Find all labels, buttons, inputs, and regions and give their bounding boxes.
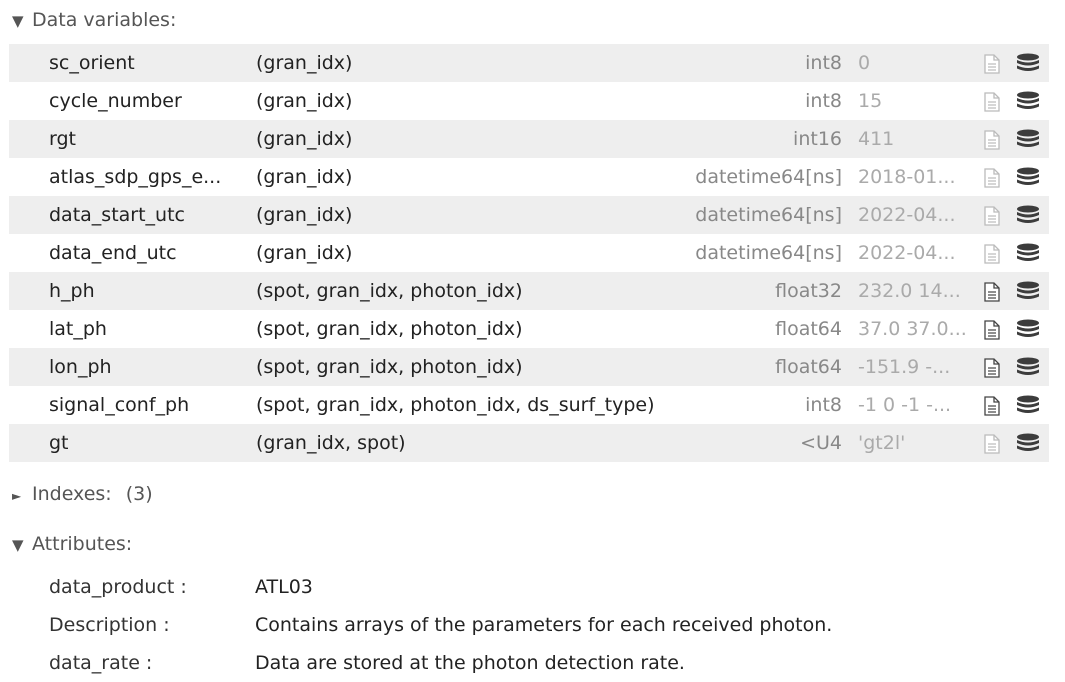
variable-dims: (spot, gran_idx, photon_idx) bbox=[256, 318, 523, 340]
variable-row: h_ph (spot, gran_idx, photon_idx) float32 2… bbox=[9, 272, 1049, 310]
variable-name: sc_orient bbox=[49, 52, 135, 74]
attribute-row: data_rate : Data are stored at the photon… bbox=[49, 644, 1029, 682]
variable-preview: 'gt2l' bbox=[858, 432, 906, 454]
database-icon[interactable] bbox=[1015, 205, 1041, 227]
expanded-triangle-icon: ▼ bbox=[12, 536, 24, 554]
variable-preview: 0 bbox=[858, 52, 871, 74]
database-icon[interactable] bbox=[1015, 167, 1041, 189]
attributes-list: data_product : ATL03 Description : Contains… bbox=[49, 568, 1029, 682]
variable-name: cycle_number bbox=[49, 90, 182, 112]
variable-dtype: <U4 bbox=[800, 432, 842, 454]
variable-name: rgt bbox=[49, 128, 76, 150]
variable-row: gt (gran_idx, spot) <U4 'gt2l' bbox=[9, 424, 1049, 462]
variable-dtype: float32 bbox=[775, 280, 842, 302]
variable-dims: (gran_idx) bbox=[256, 204, 353, 226]
variable-name: lat_ph bbox=[49, 318, 107, 340]
variable-preview: 2018-01... bbox=[858, 166, 956, 188]
variable-dtype: float64 bbox=[775, 318, 842, 340]
variable-name: h_ph bbox=[49, 280, 95, 302]
variable-name: gt bbox=[49, 432, 69, 454]
variable-preview: 37.0 37.0... bbox=[858, 318, 967, 340]
variable-dtype: datetime64[ns] bbox=[695, 242, 842, 264]
collapsed-triangle-icon: ► bbox=[12, 489, 22, 503]
variable-dims: (spot, gran_idx, photon_idx) bbox=[256, 280, 523, 302]
variable-preview: 2022-04... bbox=[858, 242, 956, 264]
attribute-key: Description : bbox=[49, 614, 170, 636]
variable-dims: (gran_idx) bbox=[256, 52, 353, 74]
variable-row: data_end_utc (gran_idx) datetime64[ns] 2022… bbox=[9, 234, 1049, 272]
attribute-value: Data are stored at the photon detection … bbox=[255, 652, 685, 674]
variable-row: lat_ph (spot, gran_idx, photon_idx) float6… bbox=[9, 310, 1049, 348]
variable-dtype: int8 bbox=[805, 394, 842, 416]
variable-dims: (gran_idx) bbox=[256, 166, 353, 188]
file-text-icon[interactable] bbox=[983, 92, 1001, 112]
variable-name: data_start_utc bbox=[49, 204, 185, 226]
variable-row: sc_orient (gran_idx) int8 0 bbox=[9, 44, 1049, 82]
attribute-row: data_product : ATL03 bbox=[49, 568, 1029, 606]
variable-name: atlas_sdp_gps_e... bbox=[49, 166, 222, 188]
file-text-icon[interactable] bbox=[983, 358, 1001, 378]
variable-name: data_end_utc bbox=[49, 242, 177, 264]
variable-dims: (gran_idx) bbox=[256, 128, 353, 150]
attribute-key: data_rate : bbox=[49, 652, 153, 674]
variable-dims: (spot, gran_idx, photon_idx) bbox=[256, 356, 523, 378]
indexes-count: (3) bbox=[125, 483, 153, 505]
expanded-triangle-icon: ▼ bbox=[12, 12, 24, 30]
database-icon[interactable] bbox=[1015, 129, 1041, 151]
variable-dims: (spot, gran_idx, photon_idx, ds_surf_typ… bbox=[256, 394, 655, 416]
data-variables-header[interactable]: ▼ Data variables: bbox=[12, 8, 176, 32]
variable-dtype: int16 bbox=[793, 128, 842, 150]
variable-row: data_start_utc (gran_idx) datetime64[ns] 20… bbox=[9, 196, 1049, 234]
attribute-value: ATL03 bbox=[255, 576, 313, 598]
variable-preview: 411 bbox=[858, 128, 895, 150]
variable-dtype: int8 bbox=[805, 90, 842, 112]
database-icon[interactable] bbox=[1015, 243, 1041, 265]
attribute-row: Description : Contains arrays of the para… bbox=[49, 606, 1029, 644]
variable-dtype: datetime64[ns] bbox=[695, 204, 842, 226]
indexes-label: Indexes: bbox=[32, 483, 112, 505]
database-icon[interactable] bbox=[1015, 433, 1041, 455]
variable-preview: 232.0 14... bbox=[858, 280, 961, 302]
variable-dims: (gran_idx) bbox=[256, 242, 353, 264]
attribute-key: data_product : bbox=[49, 576, 187, 598]
variable-row: cycle_number (gran_idx) int8 15 bbox=[9, 82, 1049, 120]
data-variables-list: sc_orient (gran_idx) int8 0 cycle_number (gra… bbox=[9, 44, 1049, 462]
database-icon[interactable] bbox=[1015, 319, 1041, 341]
variable-name: signal_conf_ph bbox=[49, 394, 190, 416]
variable-dims: (gran_idx) bbox=[256, 90, 353, 112]
file-text-icon[interactable] bbox=[983, 54, 1001, 74]
attribute-value: Contains arrays of the parameters for ea… bbox=[255, 614, 833, 636]
file-text-icon[interactable] bbox=[983, 244, 1001, 264]
file-text-icon[interactable] bbox=[983, 206, 1001, 226]
file-text-icon[interactable] bbox=[983, 130, 1001, 150]
database-icon[interactable] bbox=[1015, 395, 1041, 417]
database-icon[interactable] bbox=[1015, 53, 1041, 75]
variable-dims: (gran_idx, spot) bbox=[256, 432, 406, 454]
database-icon[interactable] bbox=[1015, 357, 1041, 379]
variable-preview: -151.9 -... bbox=[858, 356, 951, 378]
database-icon[interactable] bbox=[1015, 281, 1041, 303]
variable-row: signal_conf_ph (spot, gran_idx, photon_id… bbox=[9, 386, 1049, 424]
variable-dtype: datetime64[ns] bbox=[695, 166, 842, 188]
variable-preview: 2022-04... bbox=[858, 204, 956, 226]
variable-dtype: int8 bbox=[805, 52, 842, 74]
file-text-icon[interactable] bbox=[983, 168, 1001, 188]
file-text-icon[interactable] bbox=[983, 320, 1001, 340]
attributes-header[interactable]: ▼ Attributes: bbox=[12, 532, 132, 556]
file-text-icon[interactable] bbox=[983, 396, 1001, 416]
file-text-icon[interactable] bbox=[983, 434, 1001, 454]
variable-preview: -1 0 -1 -... bbox=[858, 394, 952, 416]
variable-row: lon_ph (spot, gran_idx, photon_idx) float6… bbox=[9, 348, 1049, 386]
variable-row: atlas_sdp_gps_e... (gran_idx) datetime64[n… bbox=[9, 158, 1049, 196]
database-icon[interactable] bbox=[1015, 91, 1041, 113]
variable-name: lon_ph bbox=[49, 356, 112, 378]
variable-row: rgt (gran_idx) int16 411 bbox=[9, 120, 1049, 158]
variable-preview: 15 bbox=[858, 90, 883, 112]
indexes-header[interactable]: ► Indexes: (3) bbox=[12, 482, 153, 506]
attributes-label: Attributes: bbox=[32, 533, 133, 555]
file-text-icon[interactable] bbox=[983, 282, 1001, 302]
variable-dtype: float64 bbox=[775, 356, 842, 378]
data-variables-label: Data variables: bbox=[32, 9, 177, 31]
